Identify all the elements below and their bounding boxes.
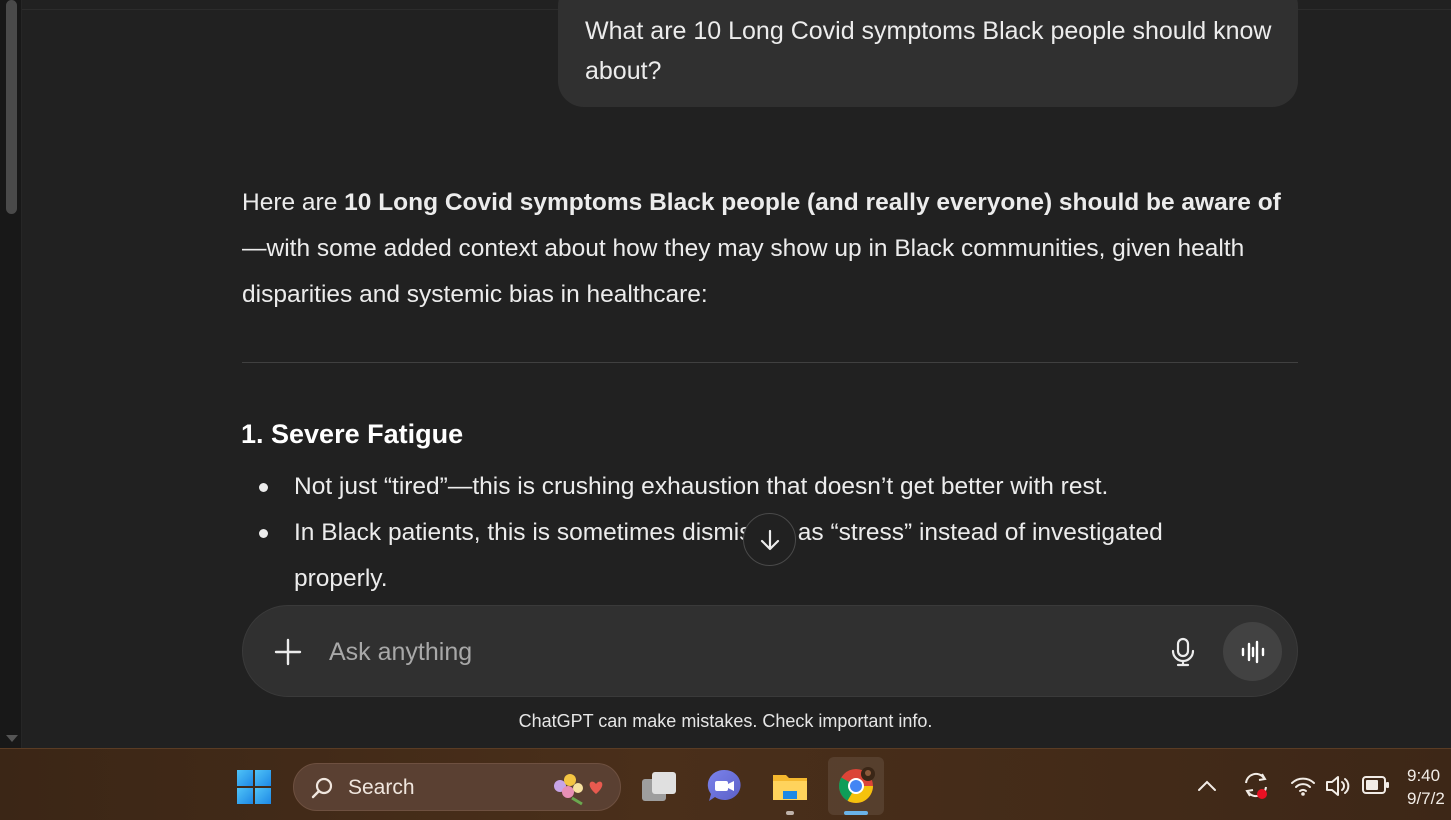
intro-text-pre: Here are [242, 189, 345, 216]
scroll-down-arrow-icon[interactable] [6, 735, 18, 742]
left-scrollbar[interactable] [0, 0, 22, 748]
arrow-down-icon [760, 529, 779, 550]
flowers-bouquet-icon [554, 774, 603, 806]
message-composer [242, 605, 1298, 697]
file-explorer-icon[interactable] [771, 767, 809, 805]
system-clock[interactable]: 9:40 9/7/2 [1407, 764, 1451, 810]
prompt-input[interactable] [329, 632, 1129, 672]
intro-text-post: —with some added context about how they … [242, 235, 1245, 308]
scrollbar-thumb[interactable] [6, 0, 17, 214]
volume-icon[interactable] [1324, 773, 1352, 799]
list-item: Not just “tired”—this is crushing exhaus… [258, 464, 1258, 510]
windows-start-icon[interactable] [236, 769, 272, 805]
disclaimer-text: ChatGPT can make mistakes. Check importa… [518, 711, 933, 731]
chrome-icon [839, 767, 875, 803]
task-view-icon[interactable] [640, 769, 678, 805]
clock-time: 9:40 [1407, 766, 1441, 785]
search-label: Search [348, 776, 415, 799]
scroll-to-bottom-button[interactable] [743, 513, 796, 566]
taskbar-search-box[interactable]: Search [293, 763, 621, 811]
voice-mode-button[interactable] [1223, 622, 1282, 681]
section-heading: 1. Severe Fatigue [241, 419, 464, 449]
chrome-taskbar-button[interactable] [828, 757, 884, 815]
explorer-running-indicator [786, 811, 794, 815]
sync-icon[interactable] [1241, 770, 1271, 800]
user-message-text: What are 10 Long Covid symptoms Black pe… [585, 17, 1272, 85]
user-message-bubble: What are 10 Long Covid symptoms Black pe… [558, 0, 1298, 107]
wifi-icon[interactable] [1290, 773, 1316, 799]
assistant-message: Here are 10 Long Covid symptoms Black pe… [242, 180, 1298, 318]
battery-icon[interactable] [1362, 775, 1390, 795]
teams-chat-icon[interactable] [705, 767, 743, 805]
plus-icon[interactable] [273, 637, 303, 667]
section-divider [242, 362, 1298, 363]
search-icon [311, 777, 333, 799]
voice-mode-icon [1241, 640, 1264, 663]
clock-date: 9/7/2 [1407, 789, 1445, 808]
intro-text-bold: 10 Long Covid symptoms Black people (and… [344, 189, 1281, 216]
windows-taskbar: Search 9:40 9/7/2 [0, 748, 1451, 820]
chevron-up-icon[interactable] [1196, 775, 1218, 797]
chrome-active-indicator [844, 811, 868, 815]
microphone-icon[interactable] [1168, 637, 1198, 667]
